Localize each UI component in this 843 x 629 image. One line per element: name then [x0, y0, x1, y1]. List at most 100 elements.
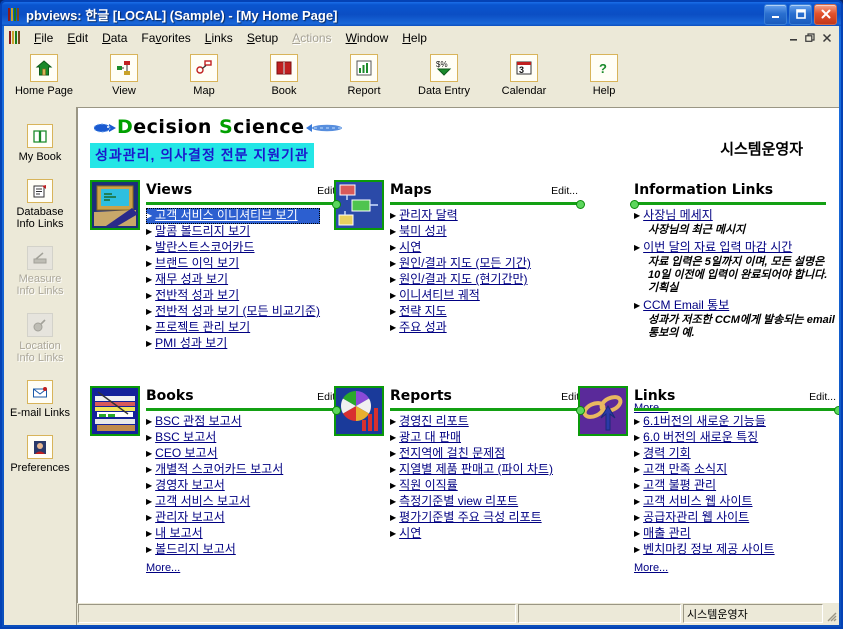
connector-dot-right — [834, 406, 839, 415]
reports-list: ▶ 경영진 리포트 ▶ 광고 대 판매 ▶ 전지역에 걸친 문제점 ▶ 지열별 제품 판… — [390, 414, 553, 542]
maximize-button[interactable] — [789, 3, 812, 25]
list-item[interactable]: ▶ 원인/결과 지도 (모든 기간) — [390, 256, 531, 272]
list-item[interactable]: ▶ 고객 서비스 보고서 — [146, 494, 283, 510]
toolbar-button-calendar[interactable]: 3 Calendar — [496, 54, 552, 97]
list-item[interactable]: ▶ 경영진 리포트 — [390, 414, 553, 430]
list-item-label: 원인/결과 지도 (모든 기간) — [399, 256, 531, 270]
list-item[interactable]: ▶ 고객 서비스 웹 사이트 — [634, 494, 775, 510]
menu-item-edit[interactable]: Edit — [60, 28, 95, 48]
list-item[interactable]: ▶ 전지역에 걸친 문제점 — [390, 446, 553, 462]
list-item[interactable]: ▶ 개별적 스코어카드 보고서 — [146, 462, 283, 478]
list-item-label: 내 보고서 — [155, 526, 203, 540]
list-item[interactable]: ▶ 직원 이직률 — [390, 478, 553, 494]
list-item[interactable]: ▶ 프로젝트 관리 보기 — [146, 320, 320, 336]
bullet-arrow-icon: ▶ — [634, 433, 641, 442]
list-item[interactable]: ▶ 시연 — [390, 240, 531, 256]
list-item-label: 6.0 버전의 새로운 특징 — [643, 430, 759, 444]
list-item[interactable]: ▶ 발란스트스코어카드 — [146, 240, 320, 256]
list-item[interactable]: ▶ 이번 달의 자료 입력 마감 시간 — [634, 240, 836, 256]
list-item[interactable]: ▶ 지열별 제품 판매고 (파이 차트) — [390, 462, 553, 478]
list-item[interactable]: ▶ 내 보고서 — [146, 526, 283, 542]
list-item[interactable]: ▶ 원인/결과 지도 (현기간만) — [390, 272, 531, 288]
more-link[interactable]: More... — [634, 562, 668, 574]
toolbar-button-home-page[interactable]: Home Page — [15, 54, 73, 97]
list-item[interactable]: ▶ CCM Email 통보 — [634, 298, 836, 314]
bullet-arrow-icon: ▶ — [146, 259, 153, 268]
list-item[interactable]: ▶ 브랜드 이익 보기 — [146, 256, 320, 272]
toolbar-label: Help — [592, 85, 616, 97]
list-item-label: 고객 서비스 보고서 — [155, 494, 251, 508]
list-item-label: 말콤 볼드리지 보기 — [155, 224, 251, 238]
toolbar-button-report[interactable]: Report — [336, 54, 392, 97]
list-item[interactable]: ▶ CEO 보고서 — [146, 446, 283, 462]
list-item[interactable]: ▶ 경영자 보고서 — [146, 478, 283, 494]
list-item[interactable]: ▶ BSC 관점 보고서 — [146, 414, 283, 430]
list-item[interactable]: ▶ 매출 관리 — [634, 526, 775, 542]
list-item[interactable]: ▶ 주요 성과 — [390, 320, 531, 336]
menu-item-favorites[interactable]: Favorites — [134, 28, 197, 48]
sidebar-item-location-info-links: Location Info Links — [6, 306, 74, 373]
list-item[interactable]: ▶ 공급자관리 웹 사이트 — [634, 510, 775, 526]
list-item[interactable]: ▶ 전반적 성과 보기 — [146, 288, 320, 304]
list-item[interactable]: ▶ 평가기준별 주요 극성 리포트 — [390, 510, 553, 526]
list-item[interactable]: ▶ 측정기준별 view 리포트 — [390, 494, 553, 510]
toolbar-button-data-entry[interactable]: $% Data Entry — [416, 54, 472, 97]
list-item[interactable]: ▶ 재무 성과 보기 — [146, 272, 320, 288]
bullet-arrow-icon: ▶ — [390, 323, 397, 332]
list-item[interactable]: ▶ 시연 — [390, 526, 553, 542]
list-item[interactable]: ▶ 사장님 메세지 — [634, 208, 836, 224]
list-item[interactable]: ▶ PMI 성과 보기 — [146, 336, 320, 352]
toolbar-button-help[interactable]: ? Help — [576, 54, 632, 97]
list-item[interactable]: ▶ 고객 만족 소식지 — [634, 462, 775, 478]
bullet-arrow-icon: ▶ — [146, 307, 153, 316]
list-item[interactable]: ▶ 전략 지도 — [390, 304, 531, 320]
list-item[interactable]: ▶ 고객 불평 관리 — [634, 478, 775, 494]
mdi-close-button[interactable] — [819, 30, 835, 45]
list-item[interactable]: ▶ 전반적 성과 보기 (모든 비교기준) — [146, 304, 320, 320]
close-button[interactable] — [814, 3, 837, 25]
list-item[interactable]: ▶ 벤치마킹 정보 제공 사이트 — [634, 542, 775, 558]
mdi-restore-button[interactable] — [802, 30, 818, 45]
edit-link[interactable]: Edit... — [809, 391, 839, 403]
minimize-button[interactable] — [764, 3, 787, 25]
list-item[interactable]: ▶ 말콤 볼드리지 보기 — [146, 224, 320, 240]
list-item[interactable]: ▶ 볼드리지 보고서 — [146, 542, 283, 558]
list-item[interactable]: ▶ 이니셔티브 궤적 — [390, 288, 531, 304]
menu-item-window[interactable]: Window — [339, 28, 396, 48]
list-item[interactable]: ▶ 6.0 버전의 새로운 특징 — [634, 430, 775, 446]
mdi-minimize-button[interactable] — [785, 30, 801, 45]
toolbar-button-view[interactable]: View — [96, 54, 152, 97]
sidebar-item-email-links[interactable]: E-mail Links — [6, 373, 74, 428]
more-link[interactable]: More... — [146, 562, 180, 574]
pie-bar-chart-icon — [334, 386, 384, 436]
edit-link[interactable]: Edit... — [551, 185, 582, 197]
toolbar-button-map[interactable]: Map — [176, 54, 232, 97]
list-item[interactable]: ▶ 관리자 달력 — [390, 208, 531, 224]
list-item[interactable]: ▶ 고객 서비스 이니셔티브 보기 — [146, 208, 321, 224]
resize-grip[interactable] — [825, 610, 838, 623]
toolbar-button-book[interactable]: Book — [256, 54, 312, 97]
list-item[interactable]: ▶ 관리자 보고서 — [146, 510, 283, 526]
list-item[interactable]: ▶ BSC 보고서 — [146, 430, 283, 446]
brand-block: Decision Science 성과관리, 의사결정 전문 지원기관 — [90, 116, 347, 168]
sidebar-item-preferences[interactable]: Preferences — [6, 428, 74, 483]
list-item[interactable]: ▶ 북미 성과 — [390, 224, 531, 240]
status-panel-1 — [78, 604, 516, 623]
sidebar-item-database-info-links[interactable]: Database Info Links — [6, 172, 74, 239]
books-list: ▶ BSC 관점 보고서 ▶ BSC 보고서 ▶ CEO 보고서 ▶ 개별적 스코어카드… — [146, 414, 283, 558]
book-icon — [270, 54, 298, 82]
calendar-icon: 3 — [510, 54, 538, 82]
bullet-arrow-icon: ▶ — [390, 481, 397, 490]
menu-item-setup[interactable]: Setup — [240, 28, 285, 48]
menu-item-help[interactable]: Help — [395, 28, 434, 48]
menu-item-data[interactable]: Data — [95, 28, 134, 48]
location-icon — [27, 313, 53, 337]
menu-item-links[interactable]: Links — [198, 28, 240, 48]
list-item[interactable]: ▶ 경력 기회 — [634, 446, 775, 462]
list-item[interactable]: ▶ 광고 대 판매 — [390, 430, 553, 446]
maps-list: ▶ 관리자 달력 ▶ 북미 성과 ▶ 시연 ▶ 원인/결과 지도 (모든 기간) ▶ 원인… — [390, 208, 531, 336]
list-item[interactable]: ▶ 6.1버전의 새로운 기능들 — [634, 414, 775, 430]
sidebar-item-my-book[interactable]: My Book — [6, 117, 74, 172]
panel-header: Links Edit... — [634, 388, 839, 404]
menu-item-file[interactable]: File — [27, 28, 60, 48]
